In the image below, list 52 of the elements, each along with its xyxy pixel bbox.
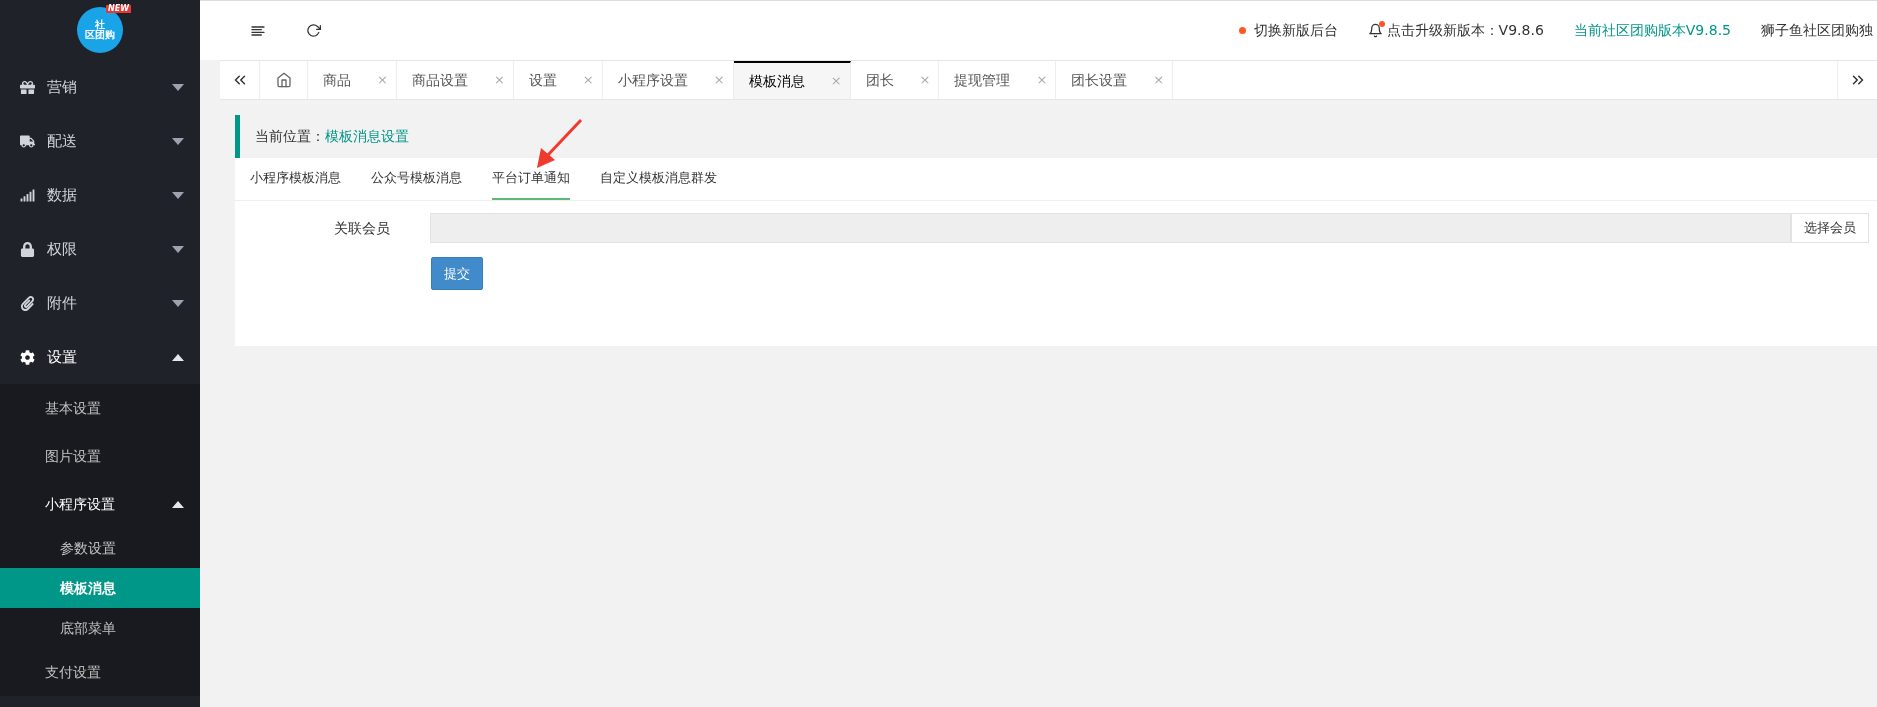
menu-item[interactable]: 附件 xyxy=(0,276,200,330)
refresh-icon[interactable] xyxy=(306,23,321,38)
submit-button[interactable]: 提交 xyxy=(431,257,483,290)
paperclip-icon xyxy=(20,295,35,311)
submenu-item[interactable]: 支付设置 xyxy=(0,648,200,696)
logo-text: 区团购 xyxy=(85,30,115,40)
home-icon[interactable] xyxy=(275,72,292,88)
upgrade-link[interactable]: 点击升级新版本：V9.8.6 xyxy=(1386,20,1544,41)
caret-down-icon xyxy=(172,83,184,91)
page-tab[interactable]: 提现管理 × xyxy=(939,61,1057,99)
page-tab[interactable]: 团长设置 × xyxy=(1056,61,1174,99)
content-tab[interactable]: 公众号模板消息 xyxy=(371,158,462,200)
bar-chart-icon xyxy=(20,187,35,203)
caret-down-icon xyxy=(172,191,184,199)
page-tab[interactable]: 商品设置 × xyxy=(396,61,514,99)
menu-item[interactable]: 营销 xyxy=(0,60,200,114)
content-tab[interactable]: 自定义模板消息群发 xyxy=(600,158,717,200)
submenu-item[interactable]: 参数设置 xyxy=(0,528,200,568)
new-badge: NEW xyxy=(106,5,131,13)
member-field[interactable] xyxy=(430,213,1791,243)
field-label: 关联会员 xyxy=(333,218,391,238)
page-tab[interactable]: 模板消息 × xyxy=(733,61,851,99)
current-version: 当前社区团购版本V9.8.5 xyxy=(1573,21,1731,40)
bell-icon[interactable] xyxy=(1367,23,1383,38)
site-name: 狮子鱼社区团购独 xyxy=(1761,21,1873,40)
caret-down-icon xyxy=(172,245,184,253)
truck-icon xyxy=(20,133,35,149)
page-tab[interactable]: 设置 × xyxy=(513,61,603,99)
lock-icon xyxy=(20,241,35,257)
caret-down-icon xyxy=(172,137,184,145)
page-tab[interactable]: 团长 × xyxy=(850,61,940,99)
logo-text: 社 xyxy=(95,20,105,30)
content-tab[interactable]: 小程序模板消息 xyxy=(250,158,341,200)
switch-link[interactable]: 切换新版后台 xyxy=(1253,20,1338,41)
page-tab[interactable]: 商品 × xyxy=(308,61,397,99)
caret-up-icon xyxy=(172,353,184,361)
menu-item[interactable]: 配送 xyxy=(0,114,200,168)
menu-item[interactable]: 数据 xyxy=(0,168,200,222)
menu-item[interactable]: 权限 xyxy=(0,222,200,276)
submenu-item[interactable]: 模板消息 xyxy=(0,568,200,608)
submenu-item[interactable]: 底部菜单 xyxy=(0,608,200,648)
caret-up-icon xyxy=(172,500,184,508)
page-tab[interactable]: 小程序设置 × xyxy=(602,61,734,99)
submenu-item[interactable]: 图片设置 xyxy=(0,432,200,480)
settings-icon xyxy=(20,349,35,365)
gift-icon xyxy=(20,79,35,95)
select-member-button[interactable]: 选择会员 xyxy=(1791,213,1869,243)
breadcrumb-label: 当前位置： xyxy=(255,127,325,146)
submenu-item[interactable]: 小程序设置 xyxy=(0,480,200,528)
menu-item[interactable]: 设置 xyxy=(0,330,200,384)
caret-down-icon xyxy=(172,299,184,307)
submenu-item[interactable]: 基本设置 xyxy=(0,384,200,432)
